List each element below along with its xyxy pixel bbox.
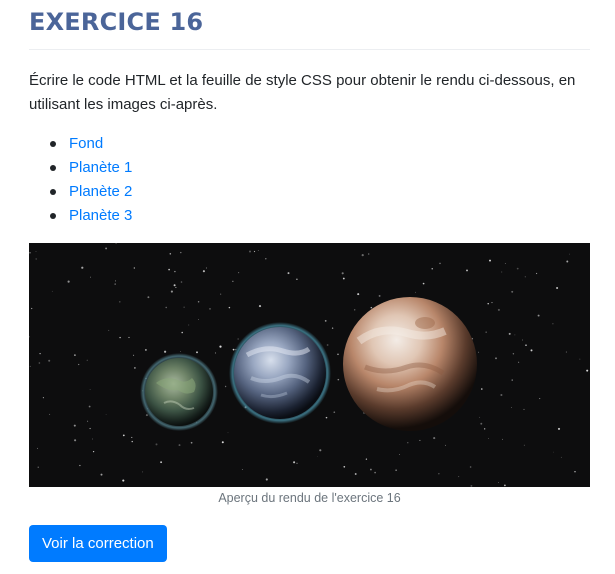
- preview-caption: Aperçu du rendu de l'exercice 16: [218, 491, 401, 505]
- list-item: Planète 2: [49, 180, 132, 204]
- page-title: EXERCICE 16: [29, 8, 204, 36]
- link-fond[interactable]: Fond: [69, 135, 103, 152]
- exercise-content: EXERCICE 16 Écrire le code HTML et la fe…: [29, 0, 590, 562]
- list-item: Fond: [49, 132, 132, 156]
- planet-medium-icon: [234, 327, 326, 419]
- title-divider: [29, 49, 590, 50]
- planet-small-icon: [145, 358, 213, 426]
- show-correction-button[interactable]: Voir la correction: [29, 525, 167, 562]
- link-planete-3[interactable]: Planète 3: [69, 207, 132, 224]
- exercise-instructions: Écrire le code HTML et la feuille de sty…: [29, 72, 576, 113]
- list-item: Planète 1: [49, 156, 132, 180]
- resource-links-list: Fond Planète 1 Planète 2 Planète 3: [29, 132, 132, 228]
- render-preview-image: [29, 243, 590, 487]
- link-planete-1[interactable]: Planète 1: [69, 159, 132, 176]
- space-scene: [29, 243, 590, 487]
- link-planete-2[interactable]: Planète 2: [69, 183, 132, 200]
- list-item: Planète 3: [49, 204, 132, 228]
